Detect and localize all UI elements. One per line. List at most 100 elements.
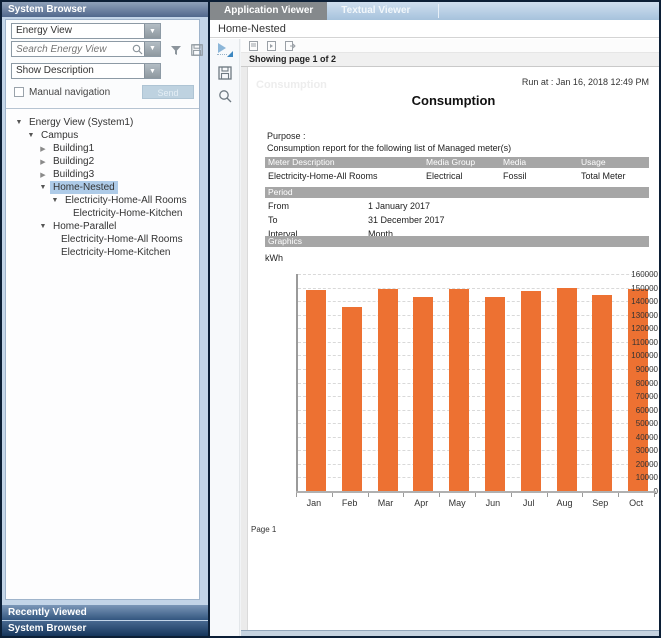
x-axis-tick — [475, 493, 476, 497]
save-search-icon[interactable] — [189, 43, 204, 57]
search-icon[interactable] — [130, 44, 144, 55]
system-browser-panel-title: System Browser — [2, 2, 208, 17]
x-axis-tick-label: Aug — [547, 498, 583, 508]
period-header: Period — [265, 187, 649, 198]
period-row: From1 January 2017 — [265, 200, 649, 212]
x-axis-tick — [368, 493, 369, 497]
tree-item-campus[interactable]: ▼Campus — [6, 129, 199, 142]
bar-may — [449, 289, 469, 491]
tree-item-electricity-home-kitchen[interactable]: Electricity-Home-Kitchen — [6, 246, 199, 259]
tree-item-electricity-home-kitchen[interactable]: Electricity-Home-Kitchen — [6, 207, 199, 220]
tree-item-home-parallel[interactable]: ▼Home-Parallel — [6, 220, 199, 233]
run-at-timestamp: Run at : Jan 16, 2018 12:49 PM — [522, 77, 649, 87]
tree-item-building3[interactable]: ▶Building3 — [6, 168, 199, 181]
chevron-down-icon[interactable]: ▼ — [144, 24, 160, 38]
tree-item-building1[interactable]: ▶Building1 — [6, 142, 199, 155]
tree-item-label: Building1 — [50, 142, 97, 155]
x-axis-tick — [296, 493, 297, 497]
tree-item-energy-view-system1-[interactable]: ▼Energy View (System1) — [6, 116, 199, 129]
tree-item-electricity-home-all-rooms[interactable]: ▼Electricity-Home-All Rooms — [6, 194, 199, 207]
expanded-arrow-icon[interactable]: ▼ — [14, 119, 24, 126]
expanded-arrow-icon[interactable]: ▼ — [50, 197, 60, 204]
filter-icon[interactable] — [168, 43, 183, 57]
tab-textual-viewer[interactable]: Textual Viewer — [327, 2, 424, 20]
application-window: System Browser Energy View ▼ ▼ — [0, 0, 661, 638]
view-selector-dropdown[interactable]: Energy View ▼ — [11, 23, 161, 39]
search-chevron-down-icon[interactable]: ▼ — [144, 42, 160, 56]
save-report-icon[interactable] — [218, 66, 232, 80]
manual-navigation-checkbox[interactable] — [14, 87, 24, 97]
horizontal-scrollbar[interactable] — [241, 630, 659, 636]
tree-item-label: Home-Nested — [50, 181, 118, 194]
panel-selector-bars: Recently Viewed System Browser — [2, 604, 208, 636]
graphics-header: Graphics — [265, 236, 649, 247]
next-page-icon[interactable] — [267, 41, 276, 51]
collapsed-arrow-icon[interactable]: ▶ — [38, 158, 48, 166]
meter-table: Meter DescriptionMedia GroupMediaUsage E… — [265, 157, 649, 182]
report-viewer: Showing page 1 of 2 Consumption Run at :… — [210, 39, 659, 636]
bar-sep — [592, 295, 612, 491]
display-mode-dropdown[interactable]: Show Description ▼ — [11, 63, 161, 79]
export-icon[interactable] — [285, 41, 296, 51]
period-label: To — [265, 214, 368, 226]
expanded-arrow-icon[interactable]: ▼ — [26, 132, 36, 139]
y-axis-tick-label: 70000 — [622, 392, 658, 401]
tab-separator — [438, 4, 439, 18]
column-header: Meter Description — [265, 157, 423, 168]
recently-viewed-bar[interactable]: Recently Viewed — [2, 605, 208, 620]
report-watermark: Consumption — [256, 79, 327, 91]
run-report-icon[interactable] — [217, 43, 233, 57]
tree-item-label: Campus — [38, 129, 81, 142]
expanded-arrow-icon[interactable]: ▼ — [38, 223, 48, 230]
expanded-arrow-icon[interactable]: ▼ — [38, 184, 48, 191]
tree-item-label: Building3 — [50, 168, 97, 181]
zoom-icon[interactable] — [218, 89, 232, 103]
bar-jun — [485, 297, 505, 491]
column-header: Media Group — [423, 157, 500, 168]
x-axis-line — [296, 491, 656, 493]
tree-item-electricity-home-all-rooms[interactable]: Electricity-Home-All Rooms — [6, 233, 199, 246]
x-axis-tick — [511, 493, 512, 497]
y-axis-tick-label: 10000 — [622, 473, 658, 482]
y-axis-tick-label: 140000 — [622, 297, 658, 306]
column-header: Usage — [578, 157, 649, 168]
y-axis-tick-label: 100000 — [622, 351, 658, 360]
y-axis-tick-label: 160000 — [622, 270, 658, 279]
y-axis-tick-label: 60000 — [622, 406, 658, 415]
x-axis-tick-label: Jun — [475, 498, 511, 508]
graphics-section: Graphics — [265, 236, 649, 247]
chevron-down-icon[interactable]: ▼ — [144, 64, 160, 78]
y-axis-tick-label: 20000 — [622, 460, 658, 469]
showing-page-status: Showing page 1 of 2 — [241, 53, 659, 67]
browser-controls: Energy View ▼ ▼ Show Descripti — [6, 20, 199, 106]
tree-item-label: Electricity-Home-Kitchen — [70, 207, 185, 220]
x-axis-tick-label: May — [439, 498, 475, 508]
table-row: Electricity-Home-All RoomsElectricalFoss… — [265, 170, 649, 182]
x-axis-tick-label: Jul — [511, 498, 547, 508]
search-input[interactable] — [12, 44, 130, 55]
document-icon[interactable] — [249, 41, 258, 51]
tree-item-label: Energy View (System1) — [26, 116, 136, 129]
consumption-bar-chart: 0100002000030000400005000060000700008000… — [256, 272, 658, 504]
x-axis-tick — [654, 493, 655, 497]
y-axis-tick-label: 30000 — [622, 446, 658, 455]
tree-item-home-nested[interactable]: ▼Home-Nested — [6, 181, 199, 194]
y-axis-tick-label: 50000 — [622, 419, 658, 428]
collapsed-arrow-icon[interactable]: ▶ — [38, 145, 48, 153]
chart-unit-label: kWh — [265, 253, 283, 263]
chart-plot-area — [296, 274, 654, 491]
send-button[interactable]: Send — [142, 85, 194, 99]
view-selector-value: Energy View — [12, 24, 144, 38]
manual-navigation-label: Manual navigation — [29, 87, 142, 98]
bar-jan — [306, 290, 326, 491]
search-input-box[interactable]: ▼ — [11, 41, 161, 57]
selected-object-title: Home-Nested — [210, 20, 659, 38]
viewer-tab-bar: Application Viewer Textual Viewer — [210, 2, 659, 20]
collapsed-arrow-icon[interactable]: ▶ — [38, 171, 48, 179]
tab-application-viewer[interactable]: Application Viewer — [210, 2, 327, 20]
system-browser-bar[interactable]: System Browser — [2, 621, 208, 636]
x-axis-tick-label: Oct — [618, 498, 654, 508]
tree-item-label: Electricity-Home-Kitchen — [58, 246, 173, 259]
x-axis-tick — [582, 493, 583, 497]
tree-item-building2[interactable]: ▶Building2 — [6, 155, 199, 168]
